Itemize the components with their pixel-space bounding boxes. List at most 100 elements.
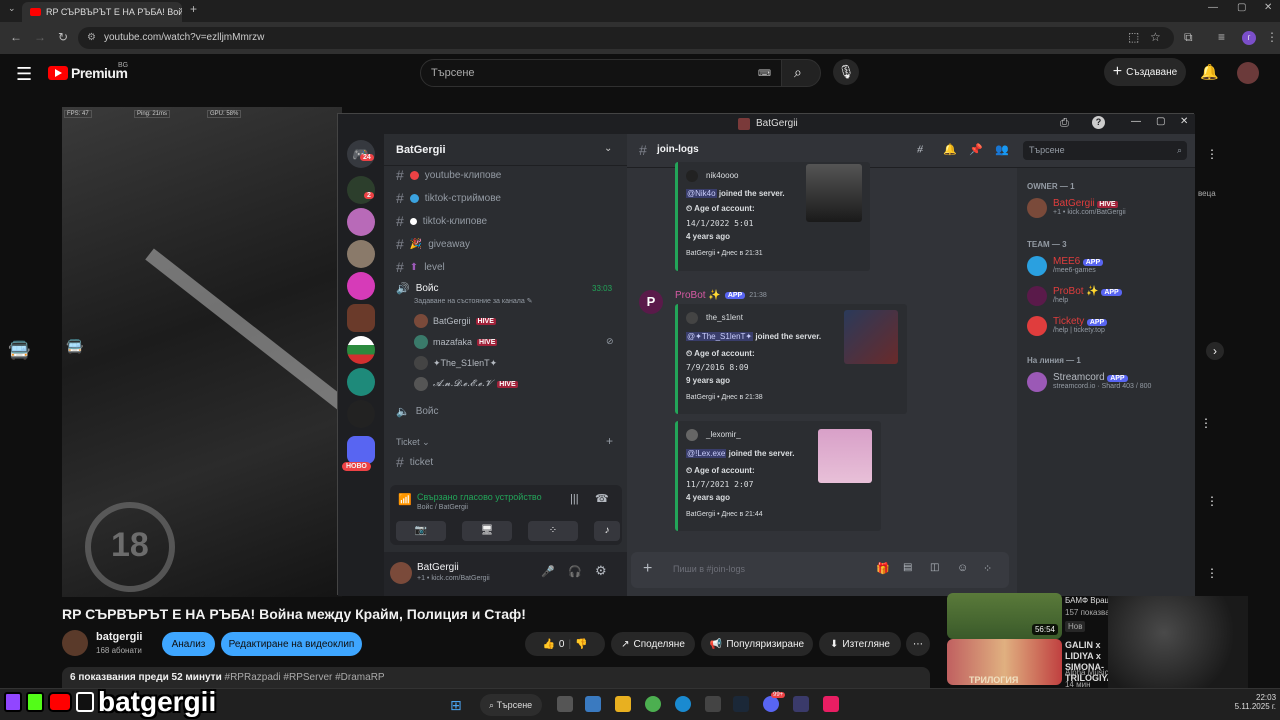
server-batgergii-icon[interactable] — [347, 304, 375, 332]
more-options-icon[interactable]: ⋮ — [1206, 494, 1218, 508]
camera-toggle-button[interactable]: 📷 — [396, 521, 446, 541]
voice-user[interactable]: BatGergii HIVE — [414, 314, 496, 328]
server-photo-icon[interactable] — [347, 240, 375, 268]
extensions-icon[interactable]: ⧉ — [1184, 30, 1193, 45]
close-window-icon[interactable]: ✕ — [1264, 2, 1272, 13]
user-mention[interactable]: @Nik4o — [686, 189, 717, 198]
windows-start-icon[interactable]: ⊞ — [450, 697, 462, 714]
more-options-icon[interactable]: ⋮ — [1206, 147, 1218, 161]
help-icon[interactable]: ? — [1092, 116, 1105, 129]
minimize-window-icon[interactable]: — — [1208, 2, 1218, 13]
voice-user[interactable]: 𝓐.𝓷.𝓓.𝓮.𝓔.𝓮.𝓥 HIVE — [414, 377, 518, 391]
more-options-icon[interactable]: ⋮ — [1206, 566, 1218, 580]
new-tab-icon[interactable]: + — [190, 2, 197, 16]
disconnect-icon[interactable]: ☎ — [595, 492, 609, 505]
emoji-icon[interactable]: ☺ — [957, 562, 968, 574]
discord-minimize-icon[interactable]: — — [1131, 116, 1141, 127]
hamburger-menu-icon[interactable]: ☰ — [16, 64, 32, 85]
share-button[interactable]: ↗ Споделяне — [611, 632, 695, 656]
chrome-icon[interactable] — [645, 696, 661, 712]
task-view-icon[interactable] — [557, 696, 573, 712]
bookmark-star-icon[interactable]: ☆ — [1150, 30, 1161, 44]
probot-avatar[interactable]: P — [639, 290, 663, 314]
reload-icon[interactable]: ↻ — [58, 30, 68, 44]
analytics-button[interactable]: Анализ — [162, 632, 215, 656]
more-options-icon[interactable]: ⋮ — [1200, 416, 1212, 430]
account-avatar[interactable] — [1237, 62, 1259, 84]
channel-level[interactable]: # ⬆ level — [396, 259, 445, 275]
user-mention[interactable]: @!Lex.exe — [686, 449, 727, 458]
user-settings-gear-icon[interactable]: ⚙ — [595, 563, 607, 579]
pinned-messages-icon[interactable]: 📌 — [969, 143, 983, 156]
install-app-icon[interactable]: ⬚ — [1128, 30, 1139, 44]
create-button[interactable]: + Създаване — [1104, 58, 1186, 86]
category-ticket[interactable]: Ticket ⌄ — [396, 437, 430, 448]
store-icon[interactable] — [705, 696, 721, 712]
more-actions-button[interactable]: ⋯ — [906, 632, 930, 656]
gif-icon[interactable]: ▤ — [903, 562, 912, 573]
app-icon[interactable] — [585, 696, 601, 712]
like-dislike-buttons[interactable]: 👍 0 | 👎 — [525, 632, 605, 656]
server-anime-icon[interactable] — [347, 208, 375, 236]
youtube-search-input[interactable]: Търсене ⌨ — [420, 59, 782, 87]
add-channel-icon[interactable]: + — [606, 434, 613, 448]
sticker-icon[interactable]: ◫ — [930, 562, 939, 573]
taskbar-search[interactable]: ⌕ Търсене — [480, 694, 542, 716]
server-lifeline-icon[interactable] — [347, 176, 375, 204]
bot-name[interactable]: ProBot ✨ — [675, 290, 721, 301]
tiktok-live-icon[interactable] — [823, 696, 839, 712]
voice-search-icon[interactable]: 🎙 — [833, 59, 859, 85]
notifications-bell-icon[interactable]: 🔔 — [1200, 63, 1219, 81]
site-info-icon[interactable]: ⚙ — [87, 27, 96, 49]
server-bulgaria-icon[interactable] — [347, 336, 375, 364]
message-input[interactable]: + Пиши в #join-logs 🎁 ▤ ◫ ☺ ⁘ — [631, 552, 1009, 588]
attach-plus-icon[interactable]: + — [643, 560, 652, 578]
member-tickety[interactable]: Tickety APP/help | tickety.top — [1027, 316, 1108, 336]
activities-button[interactable]: ⁘ — [528, 521, 578, 541]
rec-thumbnail[interactable]: 56:54 — [947, 593, 1062, 639]
browser-tab[interactable]: RP СЪРВЪРЪТ Е НА РЪБА! Вой ✕ — [22, 2, 182, 22]
thumbs-down-icon[interactable]: 👎 — [575, 639, 587, 650]
download-button[interactable]: ⬇ Изтегляне — [819, 632, 901, 656]
youtube-logo-icon[interactable] — [48, 66, 68, 80]
noise-suppression-icon[interactable]: ||| — [570, 493, 579, 505]
channel-tiktok-streams[interactable]: # tiktok-стриймове — [396, 190, 501, 206]
back-arrow-icon[interactable]: ← — [10, 30, 22, 44]
inbox-icon[interactable]: ⎙ — [1060, 117, 1069, 130]
member-owner[interactable]: BatGergii HIVE +1 • kick.com/BatGergii — [1027, 198, 1126, 218]
voice-status[interactable]: Задаване на състояние за канала ✎ — [414, 297, 533, 305]
channel-tiktok-clips[interactable]: # tiktok-клипове — [396, 213, 487, 229]
notification-bell-icon[interactable]: 🔔 — [943, 143, 957, 156]
next-arrow-icon[interactable]: › — [1206, 342, 1224, 360]
apps-icon[interactable]: ⁘ — [983, 562, 992, 575]
channel-giveaway[interactable]: # 🎉 giveaway — [396, 236, 470, 252]
edge-icon[interactable] — [675, 696, 691, 712]
keyboard-icon[interactable]: ⌨ — [758, 60, 771, 86]
server-folder-icon[interactable] — [347, 436, 375, 464]
server-header[interactable]: BatGergii ⌄ — [384, 134, 627, 166]
steam-icon[interactable] — [733, 696, 749, 712]
rec-thumbnail[interactable]: ТРИЛОГИЯ — [947, 639, 1062, 685]
url-field[interactable]: ⚙ youtube.com/watch?v=ezlljmMmrzw — [78, 27, 1174, 49]
app-icon[interactable] — [793, 696, 809, 712]
forward-arrow-icon[interactable]: → — [34, 30, 46, 44]
threads-icon[interactable]: ⧣ — [917, 143, 923, 156]
gift-icon[interactable]: 🎁 — [876, 562, 890, 575]
profile-avatar[interactable]: г — [1242, 31, 1256, 45]
tab-list-icon[interactable]: ⌄ — [8, 3, 16, 14]
promote-button[interactable]: 📢 Популяризиране — [701, 632, 813, 656]
discord-taskbar-icon[interactable] — [763, 696, 779, 712]
server-tiktok-icon[interactable] — [347, 272, 375, 300]
soundboard-button[interactable]: ♪ — [594, 521, 620, 541]
browser-menu-icon[interactable]: ⋮ — [1266, 30, 1278, 44]
member-list-icon[interactable]: 👥 — [995, 143, 1009, 156]
microphone-icon[interactable]: 🎤 — [541, 565, 555, 578]
voice-user[interactable]: ✦The_S1lenT✦ — [414, 356, 497, 370]
file-explorer-icon[interactable] — [615, 696, 631, 712]
member-mee6[interactable]: MEE6 APP/mee6-games — [1027, 256, 1104, 276]
channel-name[interactable]: batgergii — [96, 631, 142, 643]
discord-search-input[interactable]: Търсене ⌕ — [1023, 141, 1187, 160]
edit-video-button[interactable]: Редактиране на видеоклип — [221, 632, 362, 656]
thumbs-up-icon[interactable]: 👍 — [542, 639, 554, 650]
maximize-window-icon[interactable]: ▢ — [1237, 2, 1246, 13]
